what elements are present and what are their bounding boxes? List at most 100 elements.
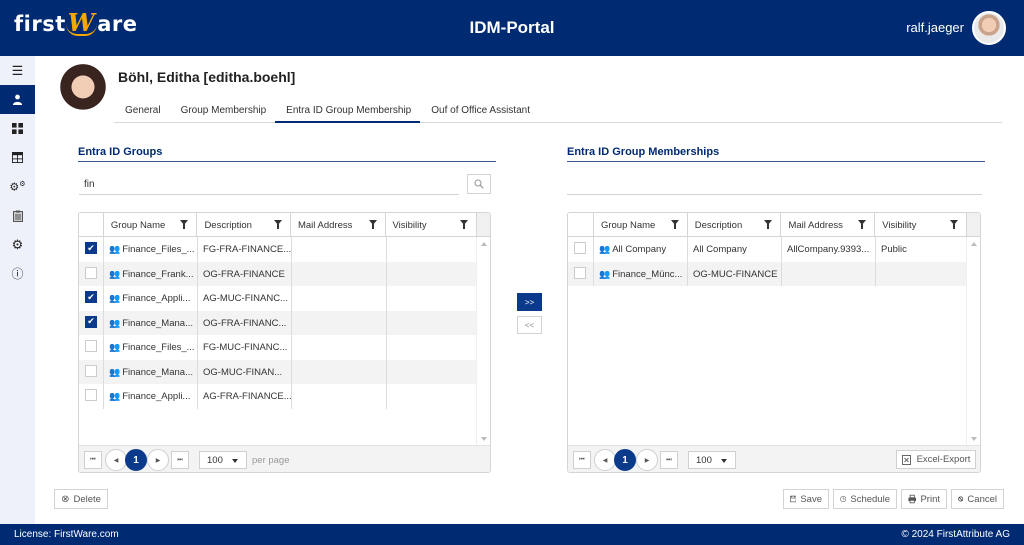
- sidebar-item-cogs[interactable]: ⚙⚙: [0, 172, 35, 201]
- col-description[interactable]: Description: [686, 213, 781, 236]
- table-row[interactable]: ✔ 👥 Finance_Mana... OG-FRA-FINANC...: [79, 310, 490, 335]
- firstware-logo[interactable]: firstWare: [14, 11, 137, 36]
- table-row[interactable]: ✔ 👥 Finance_Appli... AG-MUC-FINANC...: [79, 286, 490, 311]
- vertical-scrollbar[interactable]: [966, 237, 980, 446]
- row-checkbox[interactable]: ✔: [85, 242, 97, 254]
- sidebar-menu-toggle[interactable]: ☰: [0, 56, 35, 85]
- cell-group-name: 👥 Finance_Files_...: [103, 237, 197, 262]
- cell-visibility: [386, 384, 478, 409]
- filter-icon[interactable]: [180, 220, 189, 229]
- tab-out-of-office-assistant[interactable]: Ouf of Office Assistant: [420, 100, 539, 123]
- row-checkbox[interactable]: ✔: [85, 291, 97, 303]
- vertical-scrollbar[interactable]: [476, 237, 490, 446]
- scroll-up-arrow[interactable]: [971, 242, 977, 246]
- entra-groups-grid: Group Name Description Mail Address Visi…: [78, 212, 491, 473]
- grid-header: Group Name Description Mail Address Visi…: [568, 213, 980, 237]
- group-icon: 👥: [109, 391, 121, 401]
- table-row[interactable]: 👥 Finance_Münc... OG-MUC-FINANCE: [568, 261, 980, 286]
- filter-icon[interactable]: [368, 220, 377, 229]
- tab-entra-id-group-membership[interactable]: Entra ID Group Membership: [275, 100, 421, 123]
- first-page-button[interactable]: ⏮: [84, 451, 102, 469]
- row-checkbox[interactable]: [574, 266, 586, 279]
- filter-icon[interactable]: [670, 220, 679, 229]
- row-checkbox[interactable]: [85, 364, 97, 377]
- add-to-memberships-button[interactable]: >>: [517, 293, 542, 311]
- table-row[interactable]: 👥 Finance_Frank... OG-FRA-FINANCE: [79, 261, 490, 286]
- schedule-button[interactable]: Schedule: [833, 489, 897, 509]
- search-button[interactable]: [467, 174, 491, 194]
- col-visibility[interactable]: Visibility: [874, 213, 966, 236]
- scroll-down-arrow[interactable]: [481, 437, 487, 441]
- sidebar-item-layout[interactable]: [0, 143, 35, 172]
- row-checkbox[interactable]: [85, 389, 97, 401]
- clock-icon: [840, 495, 847, 503]
- cell-mail: [291, 237, 386, 262]
- prev-page-button[interactable]: ◀: [594, 449, 616, 471]
- top-bar: firstWare IDM-Portal ralf.jaeger: [0, 0, 1024, 56]
- user-avatar[interactable]: [972, 11, 1006, 45]
- sidebar-item-dashboard[interactable]: [0, 114, 35, 143]
- col-group-name[interactable]: Group Name: [592, 213, 687, 236]
- last-page-button[interactable]: ⏭: [660, 451, 678, 469]
- tab-group-membership[interactable]: Group Membership: [170, 100, 276, 123]
- row-checkbox[interactable]: [574, 242, 586, 254]
- table-row[interactable]: 👥 Finance_Files_... FG-MUC-FINANC...: [79, 335, 490, 360]
- table-row[interactable]: 👥 All Company All Company AllCompany.9393..…: [568, 237, 980, 262]
- group-search-input[interactable]: [79, 175, 459, 195]
- prev-page-button[interactable]: ◀: [105, 449, 127, 471]
- sidebar-item-user[interactable]: [0, 85, 35, 114]
- scroll-down-arrow[interactable]: [971, 437, 977, 441]
- first-page-button[interactable]: ⏮: [573, 451, 591, 469]
- table-row[interactable]: ✔ 👥 Finance_Files_... FG-FRA-FINANCE...: [79, 237, 490, 262]
- sidebar-item-clipboard[interactable]: [0, 201, 35, 230]
- layout-icon: [12, 152, 23, 163]
- filter-icon[interactable]: [460, 220, 469, 229]
- cell-visibility: [875, 261, 967, 286]
- row-checkbox[interactable]: [85, 340, 97, 352]
- tab-general[interactable]: General: [114, 100, 170, 123]
- print-button[interactable]: Print: [901, 489, 947, 509]
- cell-group-name: 👥 Finance_Münc...: [593, 261, 687, 286]
- delete-button[interactable]: ⊗ Delete: [54, 489, 108, 509]
- page-size-select[interactable]: 100: [688, 451, 736, 469]
- info-icon: ⓘ: [11, 267, 24, 281]
- excel-export-button[interactable]: Excel-Export: [896, 450, 976, 469]
- page-1-button[interactable]: 1: [614, 449, 636, 471]
- cell-visibility: [386, 335, 478, 360]
- col-description[interactable]: Description: [196, 213, 290, 236]
- filter-icon[interactable]: [858, 220, 867, 229]
- col-mail-address[interactable]: Mail Address: [780, 213, 874, 236]
- page-size-select[interactable]: 100: [199, 451, 247, 469]
- next-page-button[interactable]: ▶: [636, 449, 658, 471]
- remove-from-memberships-button[interactable]: <<: [517, 316, 542, 334]
- row-checkbox[interactable]: [85, 266, 97, 279]
- save-icon: [790, 495, 797, 503]
- caret-down-icon: [721, 459, 727, 463]
- filter-icon[interactable]: [950, 220, 959, 229]
- table-row[interactable]: 👥 Finance_Mana... OG-MUC-FINAN...: [79, 359, 490, 384]
- username[interactable]: ralf.jaeger: [906, 20, 964, 35]
- row-checkbox[interactable]: ✔: [85, 315, 97, 328]
- cell-description: All Company: [687, 237, 781, 262]
- col-group-name[interactable]: Group Name: [102, 213, 197, 236]
- save-button[interactable]: Save: [783, 489, 829, 509]
- sidebar-item-info[interactable]: ⓘ: [0, 259, 35, 288]
- sidebar-item-settings[interactable]: ⚙: [0, 230, 35, 259]
- cancel-button[interactable]: Cancel: [951, 489, 1004, 509]
- license-text[interactable]: License: FirstWare.com: [14, 529, 119, 540]
- cell-group-name: 👥 Finance_Mana...: [103, 359, 197, 384]
- page-1-button[interactable]: 1: [125, 449, 147, 471]
- next-page-button[interactable]: ▶: [147, 449, 169, 471]
- cell-mail: [291, 286, 386, 311]
- col-visibility[interactable]: Visibility: [384, 213, 477, 236]
- footer: License: FirstWare.com © 2024 FirstAttri…: [0, 524, 1024, 545]
- app-title: IDM-Portal: [469, 18, 555, 37]
- last-page-button[interactable]: ⏭: [171, 451, 189, 469]
- scroll-up-arrow[interactable]: [481, 242, 487, 246]
- filter-icon[interactable]: [764, 220, 773, 229]
- search-icon: [474, 179, 484, 189]
- membership-filter-input[interactable]: [567, 194, 982, 195]
- filter-icon[interactable]: [273, 220, 282, 229]
- table-row[interactable]: 👥 Finance_Appli... AG-FRA-FINANCE...: [79, 384, 490, 409]
- col-mail-address[interactable]: Mail Address: [289, 213, 385, 236]
